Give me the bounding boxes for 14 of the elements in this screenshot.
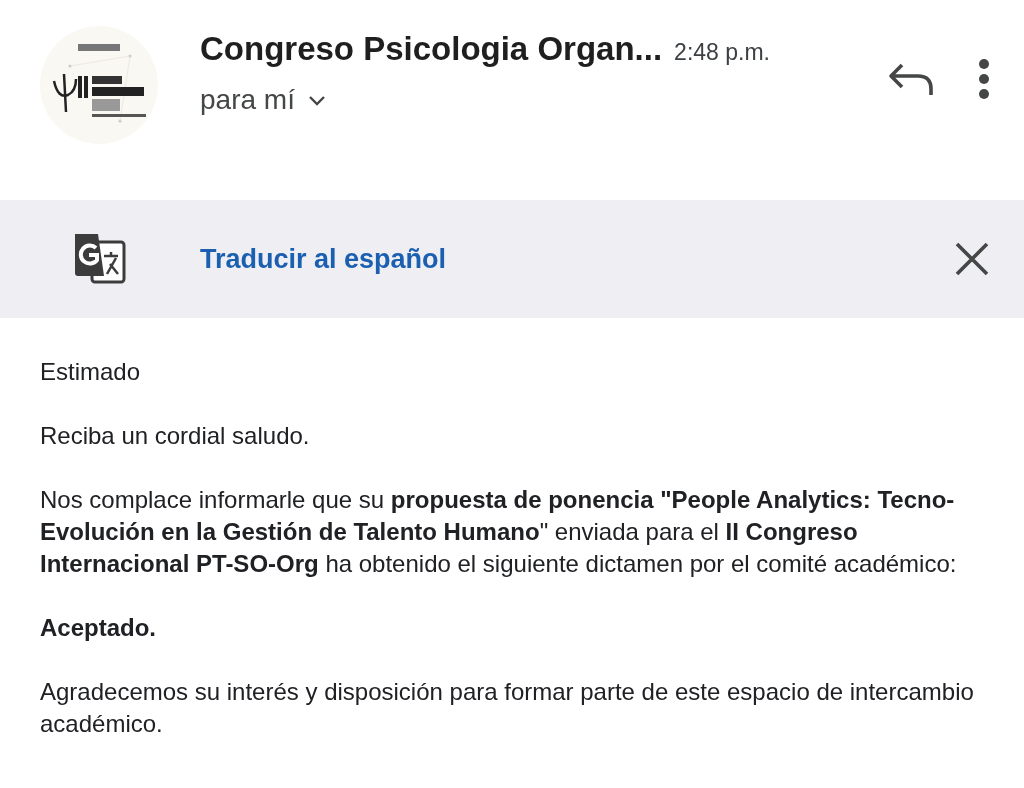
reply-icon[interactable]: [888, 61, 934, 97]
email-time: 2:48 p.m.: [674, 39, 770, 66]
more-options-icon[interactable]: [978, 58, 990, 100]
sender-name: Congreso Psicologia Organ...: [200, 30, 663, 68]
email-paragraph: Reciba un cordial saludo.: [40, 421, 311, 451]
email-paragraph: Agradecemos su interés y disposición para formar parte de este espacio de intercambio académico.: [40, 677, 975, 739]
translate-link[interactable]: Traducir al español: [200, 243, 954, 275]
translate-icon: [72, 232, 126, 286]
close-icon[interactable]: [954, 241, 990, 277]
chevron-down-icon[interactable]: [306, 94, 327, 106]
email-paragraph: Nos complace informarle que su propuesta de ponencia "People Analytics: Tecno-Evolución en la Gestión de Talento Humano" enviada para el II Congreso Internacional PT-SO-Org ha obtenido el siguiente dictamen por el comité académico:: [40, 485, 958, 579]
email-paragraph: Estimado: [40, 357, 142, 387]
email-paragraph: Aceptado.: [40, 613, 157, 643]
recipient-label[interactable]: para mí: [200, 84, 295, 116]
